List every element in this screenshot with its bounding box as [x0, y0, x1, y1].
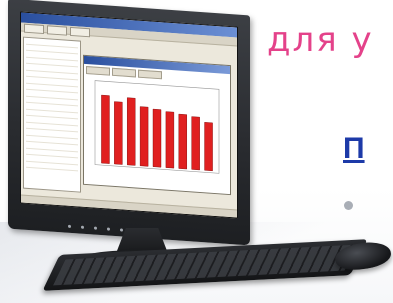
headline-text: для у	[267, 20, 374, 60]
bezel-buttons	[68, 224, 123, 232]
chart-bar	[114, 101, 123, 165]
heading-link[interactable]: П	[343, 132, 365, 166]
toolbar-button[interactable]	[24, 23, 44, 35]
chart-bar	[165, 111, 175, 169]
monitor	[8, 0, 250, 246]
chart-bar	[127, 97, 136, 166]
app-status-bar	[21, 194, 237, 218]
chart-bar	[101, 94, 110, 164]
toolbar-button[interactable]	[70, 26, 90, 38]
bezel-button[interactable]	[81, 225, 84, 229]
bezel-button[interactable]	[107, 227, 110, 231]
bezel-button[interactable]	[120, 228, 123, 232]
chart-tab[interactable]	[138, 69, 162, 80]
chart-bar	[152, 108, 162, 168]
app-left-panel	[23, 36, 81, 193]
bar-chart	[94, 80, 220, 174]
chart-window	[83, 54, 231, 196]
chart-tab[interactable]	[86, 65, 110, 76]
chart-bar	[178, 113, 187, 170]
monitor-screen	[20, 11, 238, 219]
bezel-button[interactable]	[68, 224, 71, 228]
chart-bar	[204, 122, 213, 172]
chart-bar	[191, 116, 200, 171]
toolbar-button[interactable]	[47, 25, 67, 36]
bullet-dot	[344, 201, 353, 210]
chart-bar	[139, 106, 149, 167]
bezel-button[interactable]	[94, 226, 97, 230]
chart-tab[interactable]	[112, 67, 136, 78]
